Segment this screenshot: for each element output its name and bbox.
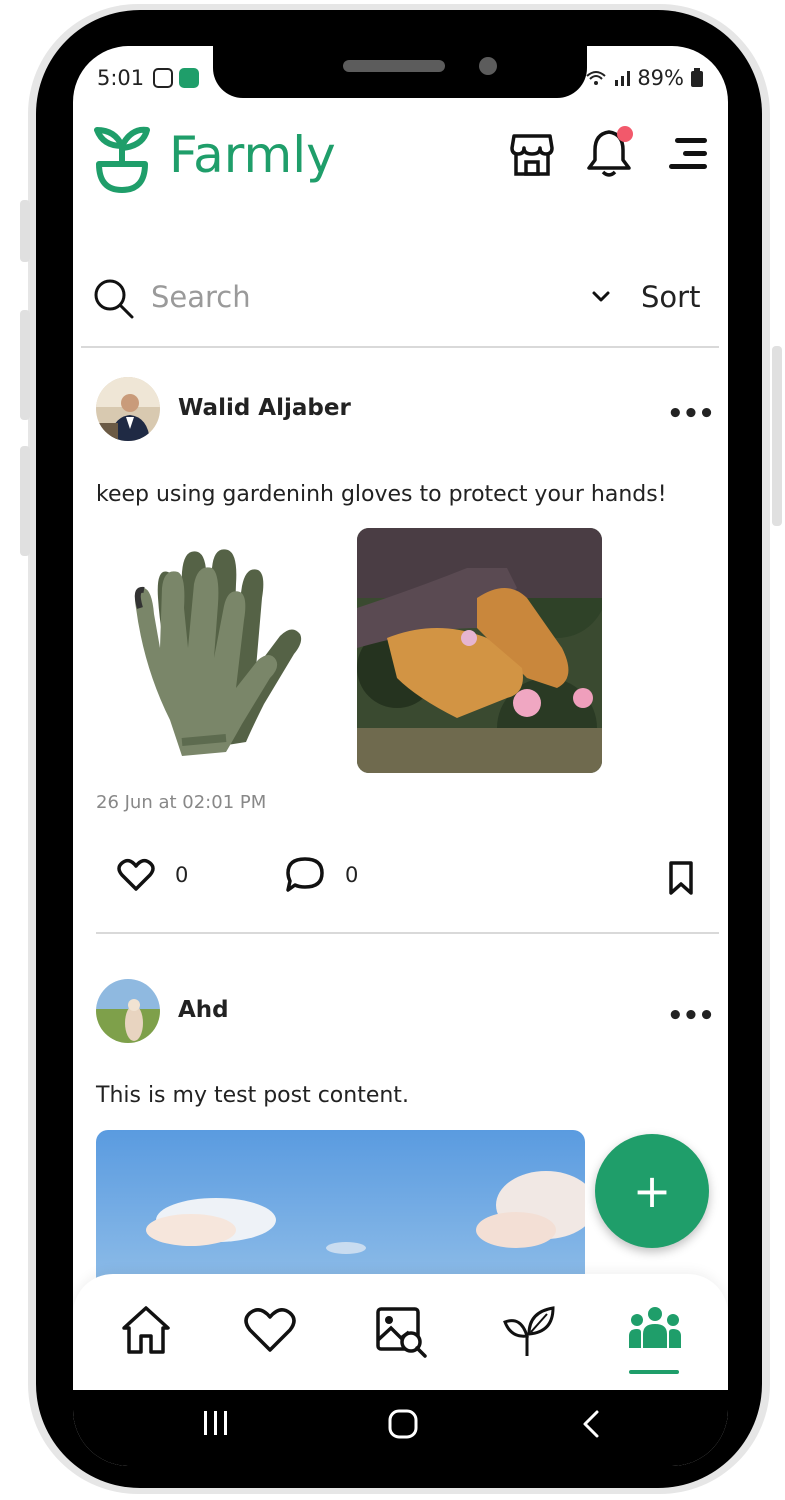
add-post-label: +	[632, 1164, 672, 1218]
back-icon[interactable]	[579, 1408, 603, 1440]
sort-button[interactable]: Sort	[641, 280, 700, 314]
heart-icon[interactable]	[243, 1306, 297, 1354]
instagram-icon	[153, 68, 173, 88]
status-right: 89%	[585, 66, 704, 90]
post-menu-button[interactable]: •••	[667, 1001, 715, 1031]
battery-icon	[691, 68, 703, 87]
post-menu-button[interactable]: •••	[667, 399, 715, 429]
storefront-icon[interactable]	[509, 132, 555, 178]
battery-percent: 89%	[637, 66, 684, 90]
comment-count: 0	[345, 863, 359, 887]
camera-notch	[213, 46, 587, 98]
side-button	[20, 310, 30, 420]
post-text: keep using gardeninh gloves to protect y…	[96, 482, 667, 507]
app-name: Farmly	[169, 126, 336, 184]
app-header: Farmly	[73, 118, 728, 198]
recent-apps-icon[interactable]	[201, 1408, 231, 1438]
post-image-gloves[interactable]	[96, 528, 340, 772]
side-button	[772, 346, 782, 526]
farmly-notification-icon	[179, 68, 199, 88]
comment-icon[interactable]	[285, 856, 325, 894]
post-text: This is my test post content.	[96, 1083, 409, 1108]
sprout-logo-icon	[94, 126, 150, 193]
bottom-nav	[73, 1274, 728, 1390]
like-count: 0	[175, 863, 189, 887]
post-image-hands-gloves[interactable]	[357, 528, 602, 773]
image-search-icon[interactable]	[375, 1306, 429, 1358]
menu-icon[interactable]	[667, 136, 709, 172]
post-divider	[96, 932, 719, 934]
active-tab-indicator	[629, 1370, 679, 1374]
heart-icon[interactable]	[117, 858, 155, 892]
speaker	[343, 60, 445, 72]
notification-dot	[617, 126, 633, 142]
chevron-down-icon[interactable]	[591, 290, 611, 304]
bell-icon[interactable]	[585, 124, 637, 178]
search-icon	[94, 279, 134, 319]
search-bar[interactable]: Search Sort	[73, 270, 728, 330]
home-button-icon[interactable]	[387, 1408, 419, 1440]
add-post-button[interactable]: +	[595, 1134, 709, 1248]
status-time: 5:01	[97, 66, 145, 90]
screen: 5:01 89% Farmly Search Sort Walid Aljabe…	[73, 46, 728, 1466]
front-camera	[479, 57, 497, 75]
avatar[interactable]	[96, 377, 160, 441]
signal-icon	[615, 71, 631, 86]
search-input[interactable]: Search	[151, 280, 251, 314]
post-timestamp: 26 Jun at 02:01 PM	[96, 792, 267, 813]
side-button	[20, 200, 30, 262]
wifi-icon	[586, 71, 606, 85]
plant-icon[interactable]	[501, 1304, 557, 1358]
post-author[interactable]: Ahd	[178, 997, 229, 1023]
community-icon[interactable]	[627, 1306, 683, 1352]
post-image-sky[interactable]	[96, 1130, 585, 1290]
avatar[interactable]	[96, 979, 160, 1043]
side-button	[20, 446, 30, 556]
bookmark-icon[interactable]	[667, 860, 695, 896]
search-divider	[81, 346, 719, 348]
status-notification-icons	[153, 68, 199, 88]
post-author[interactable]: Walid Aljaber	[178, 395, 351, 421]
system-nav-bar	[73, 1390, 728, 1466]
home-icon[interactable]	[119, 1304, 173, 1356]
